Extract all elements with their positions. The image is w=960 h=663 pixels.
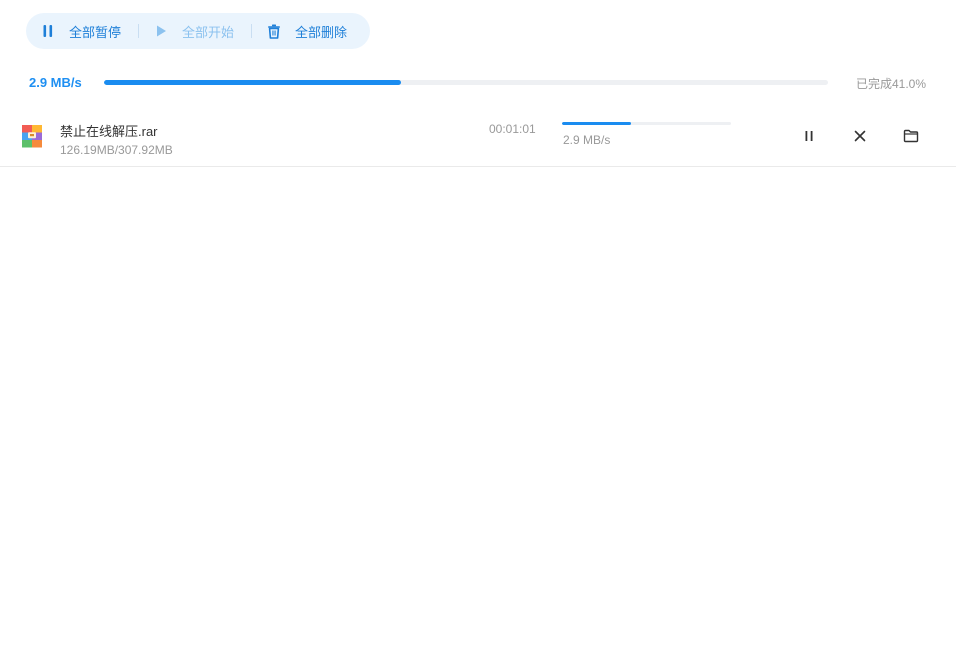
rar-archive-icon	[20, 124, 44, 148]
delete-all-button[interactable]: 全部删除	[266, 13, 347, 49]
global-progress-fill	[104, 80, 401, 85]
play-icon	[153, 23, 169, 39]
pause-item-button[interactable]	[799, 126, 819, 146]
global-speed: 2.9 MB/s	[29, 75, 82, 90]
pause-all-label: 全部暂停	[69, 24, 122, 40]
close-icon	[854, 130, 866, 142]
toolbar-divider	[138, 24, 140, 38]
delete-all-label: 全部删除	[295, 24, 348, 40]
trash-icon	[266, 23, 282, 39]
item-speed: 2.9 MB/s	[563, 133, 611, 147]
cancel-item-button[interactable]	[850, 126, 870, 146]
toolbar: 全部暂停 全部开始 全部删除	[26, 13, 370, 49]
elapsed-time: 00:01:01	[489, 122, 536, 136]
open-folder-button[interactable]	[901, 126, 921, 146]
toolbar-divider	[251, 24, 253, 38]
item-progress-fill	[562, 122, 632, 125]
start-all-button[interactable]: 全部开始	[153, 13, 234, 49]
global-progress-bar	[104, 80, 828, 85]
download-manager: 全部暂停 全部开始 全部删除 2.9 MB/s 已完成41.0% 禁止在线解压.…	[0, 0, 960, 663]
folder-icon	[903, 129, 919, 143]
file-name: 禁止在线解压.rar	[60, 124, 158, 139]
global-progress-row: 2.9 MB/s 已完成41.0%	[29, 72, 929, 92]
pause-icon	[804, 130, 814, 142]
global-completed-text: 已完成41.0%	[855, 77, 926, 91]
start-all-label: 全部开始	[182, 24, 235, 40]
file-size: 126.19MB/307.92MB	[60, 143, 173, 157]
download-item[interactable]: 禁止在线解压.rar 126.19MB/307.92MB 00:01:01 2.…	[0, 112, 956, 167]
item-progress-bar	[562, 122, 731, 125]
pause-all-button[interactable]: 全部暂停	[40, 13, 121, 49]
pause-icon	[40, 23, 56, 39]
